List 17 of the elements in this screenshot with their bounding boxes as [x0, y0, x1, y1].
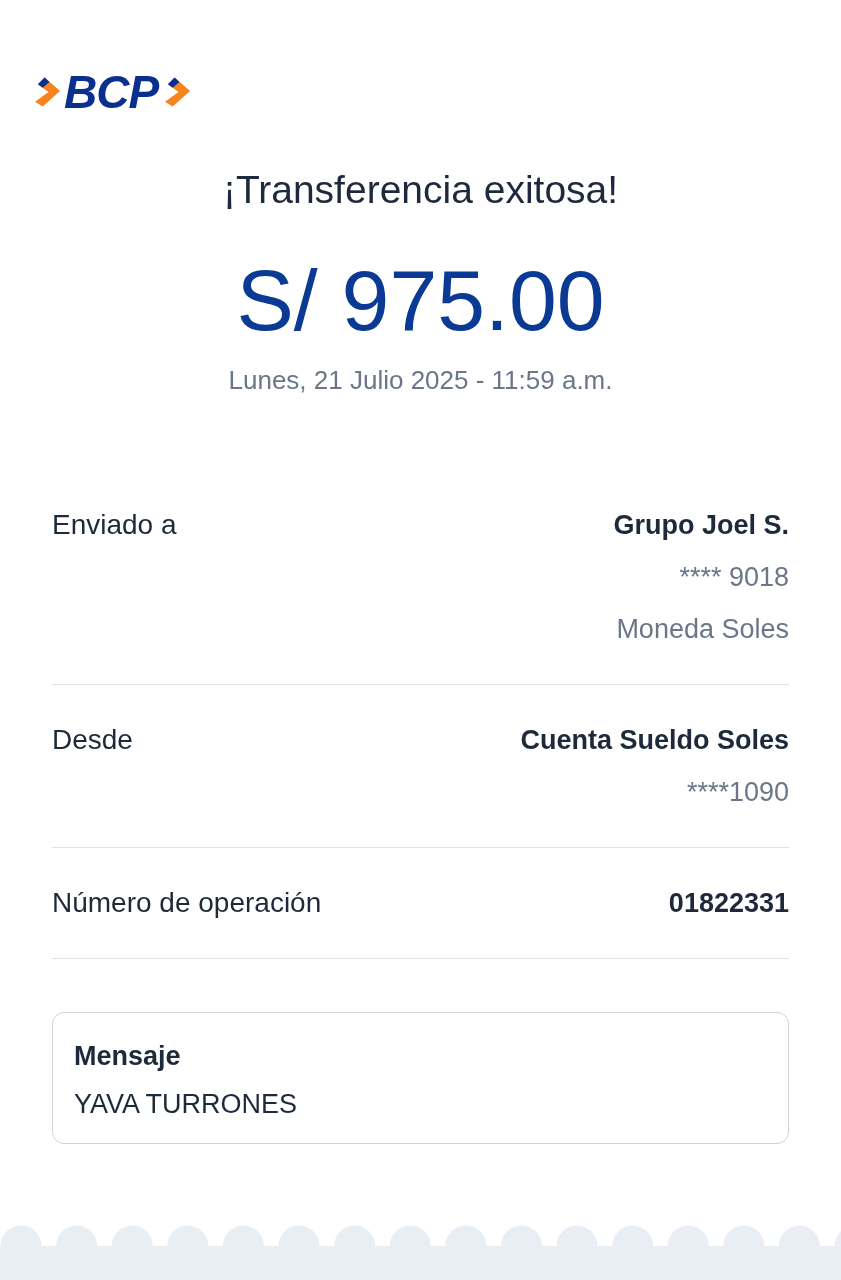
date-time-text: Lunes, 21 Julio 2025 - 11:59 a.m.: [228, 364, 613, 397]
detail-value: 01822331: [668, 887, 789, 920]
message-label: Mensaje: [74, 1040, 181, 1073]
detail-value: Moneda Soles: [616, 613, 789, 646]
detail-value: **** 9018: [679, 561, 789, 594]
detail-value: ****1090: [686, 776, 789, 809]
success-title: ¡Transferencia exitosa!: [222, 167, 619, 213]
chevron-icon: [165, 76, 192, 108]
detail-label: Enviado a: [52, 508, 177, 542]
detail-value: Cuenta Sueldo Soles: [520, 724, 789, 757]
detail-label: Número de operación: [52, 886, 322, 920]
detail-label: Desde: [52, 723, 133, 757]
amount-text: S/ 975.00: [236, 252, 605, 348]
detail-value: Grupo Joel S.: [613, 509, 789, 542]
chevron-icon: [35, 76, 61, 108]
message-text: YAVA TURRONES: [74, 1088, 298, 1121]
logo-text: BCP: [64, 72, 160, 112]
